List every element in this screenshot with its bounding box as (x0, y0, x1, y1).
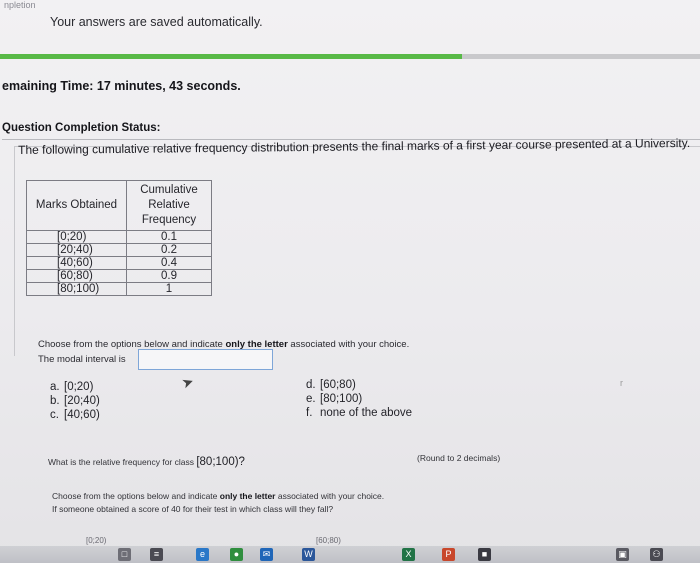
instruction-pre: Choose from the options below and indica… (52, 491, 220, 501)
option-letter: e. (306, 393, 316, 405)
marks-cell: [20;40) (26, 243, 127, 257)
option-f: f. none of the above (306, 407, 412, 419)
option-letter: d. (306, 379, 316, 391)
cum-header-line-1: Cumulative (140, 184, 198, 196)
quiz-page: npletion Your answers are saved automati… (0, 0, 700, 563)
option-b: b. [20;40) (50, 395, 100, 407)
table-row: [20;40) 0.2 (26, 243, 212, 257)
cum-cell: 0.2 (126, 243, 212, 257)
frequency-table: Marks Obtained Cumulative Relative Frequ… (26, 180, 212, 296)
store-icon[interactable]: ▣ (616, 548, 629, 561)
modal-interval-label: The modal interval is (38, 354, 126, 365)
option-e: e. [80;100) (306, 393, 362, 405)
mail-icon[interactable]: ✉ (260, 548, 273, 561)
option-a: a. [0;20) (50, 381, 93, 393)
cumulative-header: Cumulative Relative Frequency (126, 180, 212, 231)
marks-cell: [60;80) (26, 269, 127, 283)
relative-frequency-question: What is the relative frequency for class… (48, 456, 245, 468)
side-mark: r (620, 378, 623, 388)
table-row: [40;60) 0.4 (26, 256, 212, 270)
modal-answer-input[interactable] (138, 349, 273, 370)
cum-header-line-3: Frequency (141, 214, 197, 226)
marks-header: Marks Obtained (26, 180, 127, 231)
instruction-post: associated with your choice. (287, 339, 410, 350)
score-question: If someone obtained a score of 40 for th… (52, 504, 334, 514)
progress-fill (0, 54, 462, 59)
option-text: [20;40) (64, 395, 100, 407)
table-row: [80;100) 1 (26, 282, 212, 296)
option-c: c. [40;60) (50, 409, 100, 421)
rel-q-class: [80;100)? (196, 456, 245, 468)
cum-header-line-2: Relative (148, 199, 190, 211)
marks-cell: [40;60) (26, 256, 127, 270)
autosave-note: Your answers are saved automatically. (50, 15, 263, 29)
cum-cell: 0.9 (126, 269, 212, 283)
peek-option-left: [0;20) (86, 536, 107, 545)
taskbar: □ ≡ e ● ✉ W X P ■ ▣ ⚇ (0, 546, 700, 563)
round-note: (Round to 2 decimals) (417, 453, 501, 463)
completion-tab[interactable]: npletion (4, 0, 36, 10)
instruction-bold: only the letter (219, 491, 276, 501)
mouse-cursor-icon: ➤ (179, 372, 196, 392)
cum-cell: 1 (126, 282, 212, 296)
excel-icon[interactable]: X (402, 548, 415, 561)
table-row: [0;20) 0.1 (26, 230, 212, 244)
remaining-time: emaining Time: 17 minutes, 43 seconds. (2, 79, 241, 93)
option-d: d. [60;80) (306, 379, 356, 391)
rel-q-text: What is the relative frequency for class (48, 457, 197, 467)
people-icon[interactable]: ⚇ (650, 548, 663, 561)
cum-cell: 0.1 (126, 230, 212, 244)
option-letter: f. (306, 407, 313, 419)
option-text: [40;60) (64, 409, 100, 421)
peek-option-right: [60;80) (316, 536, 341, 545)
instruction-text-2: Choose from the options below and indica… (52, 491, 384, 501)
option-text: none of the above (320, 407, 413, 419)
powerpoint-icon[interactable]: P (442, 548, 455, 561)
marks-cell: [0;20) (26, 230, 127, 244)
question-status-heading: Question Completion Status: (2, 122, 161, 134)
instruction-post: associated with your choice. (275, 491, 385, 501)
progress-bar (0, 54, 700, 59)
option-text: [0;20) (64, 381, 94, 393)
option-letter: b. (50, 395, 60, 407)
option-letter: c. (50, 409, 59, 421)
word-icon[interactable]: W (302, 548, 315, 561)
edge-icon[interactable]: e (196, 548, 209, 561)
chrome-icon[interactable]: ● (230, 548, 243, 561)
option-text: [80;100) (320, 393, 363, 405)
marks-cell: [80;100) (26, 282, 127, 296)
app-icon[interactable]: ■ (478, 548, 491, 561)
table-row: [60;80) 0.9 (26, 269, 212, 283)
option-letter: a. (50, 381, 60, 393)
cum-cell: 0.4 (126, 256, 212, 270)
option-text: [60;80) (320, 379, 356, 391)
task-view-icon[interactable]: ≡ (150, 548, 163, 561)
file-icon[interactable]: □ (118, 548, 131, 561)
